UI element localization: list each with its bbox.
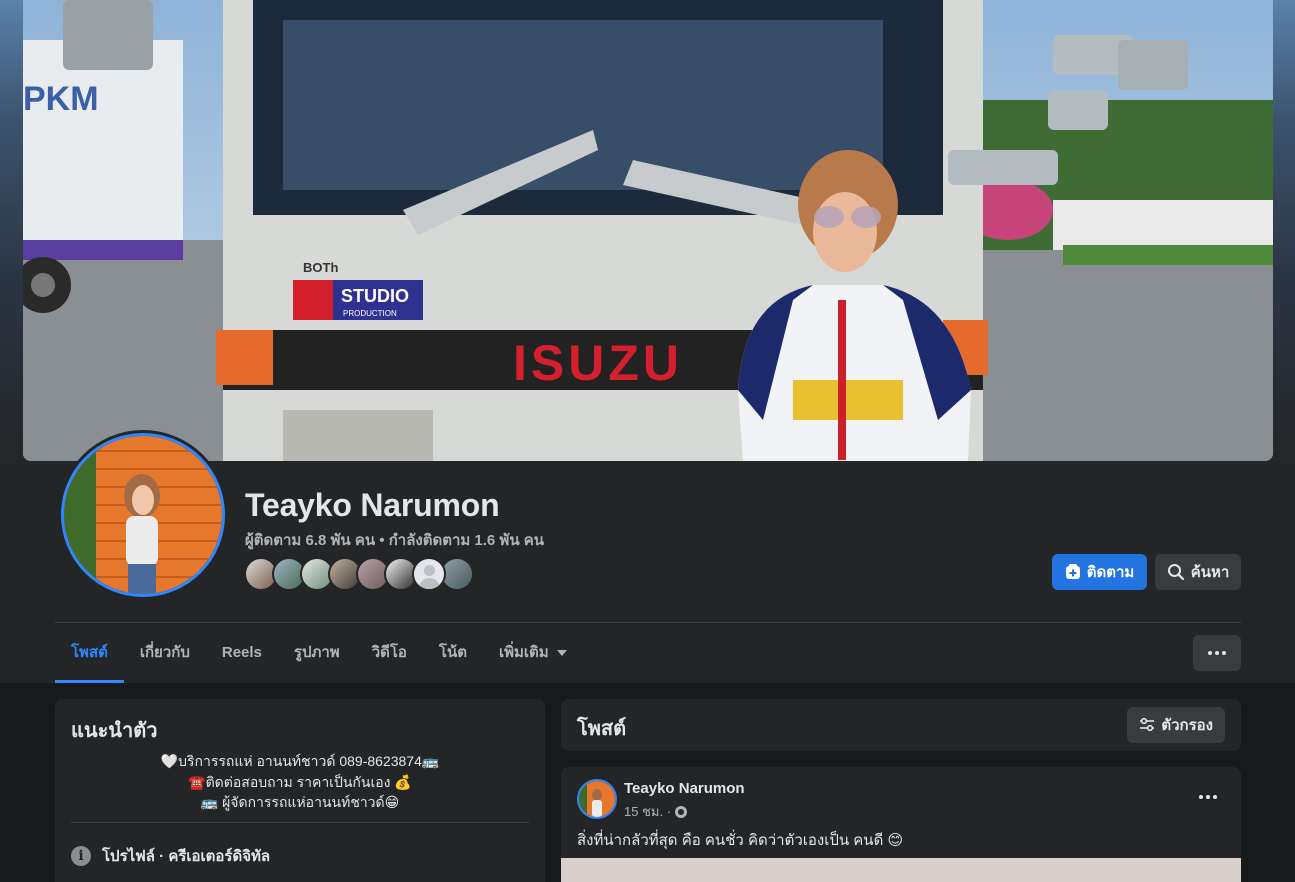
cover-photo[interactable]: PKM ISUZU STUDIO PRODUCTION BOTh bbox=[23, 0, 1273, 461]
post-author-avatar[interactable] bbox=[577, 779, 617, 819]
bio-line: 🚌 ผู้จัดการรถแห่อานนท์ชาวด์😁 bbox=[200, 794, 400, 810]
search-label: ค้นหา bbox=[1190, 564, 1230, 581]
post-author-name[interactable]: Teayko Narumon bbox=[624, 780, 745, 797]
more-dot bbox=[1213, 795, 1217, 799]
tab-photos[interactable]: รูปภาพ bbox=[278, 623, 356, 683]
globe-icon bbox=[675, 805, 688, 818]
caret-down-icon bbox=[556, 650, 567, 657]
post-card: Teayko Narumon 15 ชม. · สิ่งที่น่ากลัวที… bbox=[561, 767, 1241, 882]
more-dots-icon bbox=[1208, 651, 1212, 655]
tab-more[interactable]: เพิ่มเติม bbox=[483, 623, 583, 683]
intro-divider bbox=[71, 822, 529, 823]
filter-label: ตัวกรอง bbox=[1161, 717, 1213, 734]
follow-label: ติดตาม bbox=[1086, 564, 1135, 581]
follow-stats[interactable]: ผู้ติดตาม 6.8 พัน คน • กำลังติดตาม 1.6 พ… bbox=[245, 528, 544, 552]
profile-tabs: โพสต์ เกี่ยวกับ Reels รูปภาพ วิดีโอ โน้ต… bbox=[55, 623, 583, 683]
tab-notes[interactable]: โน้ต bbox=[423, 623, 483, 683]
cover-isuzu-text: ISUZU bbox=[513, 335, 683, 391]
tab-about[interactable]: เกี่ยวกับ bbox=[124, 623, 206, 683]
cover-brand-text: BOTh bbox=[303, 260, 338, 275]
profile-avatar[interactable] bbox=[58, 430, 228, 600]
follower-avatars[interactable] bbox=[244, 557, 474, 591]
intro-bio: 🤍บริการรถแห่ อานนท์ชาวด์ 089-8623874🚌 ☎️… bbox=[55, 751, 545, 813]
tab-videos[interactable]: วิดีโอ bbox=[356, 623, 423, 683]
posts-header-card: โพสต์ ตัวกรอง bbox=[561, 699, 1241, 751]
profile-more-button[interactable] bbox=[1193, 635, 1241, 671]
post-timestamp[interactable]: 15 ชม. · bbox=[624, 801, 688, 822]
filter-icon bbox=[1140, 717, 1155, 732]
cover-production-text: PRODUCTION bbox=[343, 309, 397, 318]
cover-studio-text: STUDIO bbox=[341, 286, 409, 306]
info-icon: i bbox=[71, 846, 91, 866]
filter-button[interactable]: ตัวกรอง bbox=[1127, 707, 1225, 743]
follow-icon bbox=[1065, 564, 1080, 579]
post-time-text: 15 ชม. · bbox=[624, 804, 672, 819]
profile-category: i โปรไฟล์ · ครีเอเตอร์ดิจิทัล bbox=[71, 844, 270, 868]
tab-reels[interactable]: Reels bbox=[206, 623, 278, 683]
more-dot bbox=[1206, 795, 1210, 799]
default-avatar-icon[interactable] bbox=[412, 557, 446, 591]
post-options-button[interactable] bbox=[1199, 795, 1217, 799]
post-text: สิ่งที่น่ากลัวที่สุด คือ คนชั่ว คิดว่าตั… bbox=[577, 832, 904, 849]
follow-button[interactable]: ติดตาม bbox=[1052, 554, 1147, 590]
profile-category-text: โปรไฟล์ · ครีเอเตอร์ดิจิทัล bbox=[102, 848, 271, 865]
intro-title: แนะนำตัว bbox=[71, 720, 158, 742]
search-button[interactable]: ค้นหา bbox=[1155, 554, 1241, 590]
bio-line: ☎️ติดต่อสอบถาม ราคาเป็นกันเอง 💰 bbox=[188, 773, 412, 790]
intro-card: แนะนำตัว 🤍บริการรถแห่ อานนท์ชาวด์ 089-86… bbox=[55, 699, 545, 882]
profile-name: Teayko Narumon bbox=[245, 487, 500, 523]
tab-posts[interactable]: โพสต์ bbox=[55, 623, 124, 683]
post-image[interactable] bbox=[561, 858, 1241, 882]
more-dots-icon bbox=[1199, 795, 1203, 799]
cover-logo-text: PKM bbox=[23, 80, 99, 118]
more-dot bbox=[1215, 651, 1219, 655]
search-icon bbox=[1167, 564, 1184, 581]
bio-line: 🤍บริการรถแห่ อานนท์ชาวด์ 089-8623874🚌 bbox=[160, 753, 440, 769]
posts-title: โพสต์ bbox=[577, 718, 627, 740]
more-dot bbox=[1222, 651, 1226, 655]
tab-more-label: เพิ่มเติม bbox=[498, 644, 549, 661]
